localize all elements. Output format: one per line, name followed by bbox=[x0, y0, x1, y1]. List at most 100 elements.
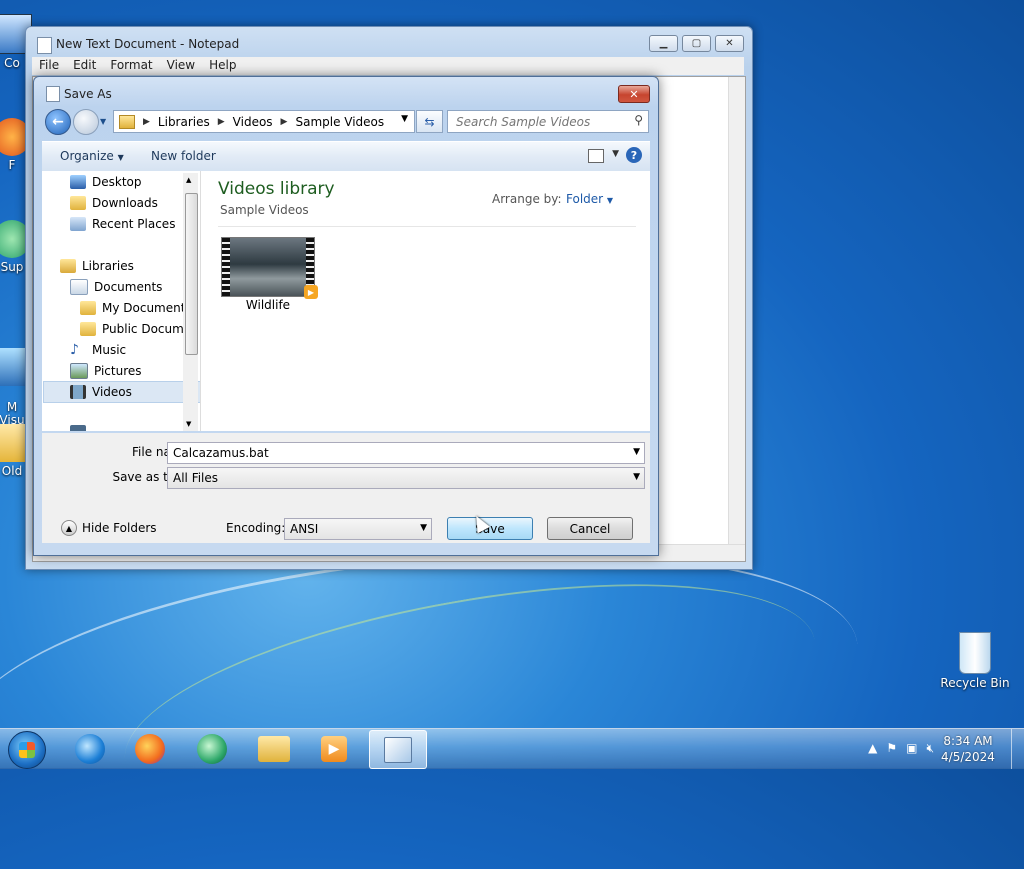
scroll-down-icon[interactable]: ▼ bbox=[186, 420, 191, 428]
views-dropdown-icon[interactable]: ▼ bbox=[612, 149, 619, 159]
nav-item-desktop[interactable]: Desktop bbox=[70, 172, 142, 192]
taskbar-internet-explorer[interactable] bbox=[62, 730, 118, 767]
video-thumbnail[interactable]: ▶ bbox=[221, 237, 318, 299]
chevron-down-icon: ▼ bbox=[117, 153, 124, 162]
recycle-bin-label: Recycle Bin bbox=[940, 676, 1010, 690]
menu-format[interactable]: Format bbox=[103, 57, 159, 75]
search-box[interactable]: ⚲ bbox=[447, 110, 649, 133]
breadcrumb-chevron-icon[interactable]: ▶ bbox=[218, 117, 225, 127]
file-name-label[interactable]: Wildlife bbox=[221, 298, 315, 312]
search-input[interactable] bbox=[454, 112, 628, 132]
show-hidden-icons-icon[interactable]: ▲ bbox=[868, 741, 877, 756]
history-dropdown-icon[interactable]: ▼ bbox=[100, 117, 106, 126]
notepad-title: New Text Document - Notepad bbox=[56, 37, 240, 51]
taskbar-windows-explorer[interactable] bbox=[246, 730, 302, 767]
computer-icon bbox=[70, 425, 86, 431]
menu-file[interactable]: File bbox=[32, 57, 66, 75]
desktop-icon-label: F bbox=[8, 158, 16, 172]
breadcrumb-libraries[interactable]: Libraries bbox=[158, 115, 210, 129]
libraries-icon bbox=[60, 259, 76, 273]
refresh-icon: ⇆ bbox=[424, 114, 435, 129]
save-as-type-value: All Files bbox=[173, 471, 219, 485]
address-dropdown-icon[interactable]: ▼ bbox=[401, 114, 408, 124]
save-button[interactable]: Save bbox=[447, 517, 533, 540]
dialog-icon bbox=[46, 86, 60, 102]
notepad-icon bbox=[37, 37, 52, 54]
nav-item-label: My Documents bbox=[102, 301, 192, 315]
nav-item-downloads[interactable]: Downloads bbox=[70, 193, 158, 213]
start-button[interactable] bbox=[8, 731, 46, 769]
refresh-button[interactable]: ⇆ bbox=[416, 110, 443, 133]
menu-view[interactable]: View bbox=[160, 57, 202, 75]
maximize-button[interactable]: ▢ bbox=[682, 35, 711, 52]
nav-item-public-documents[interactable]: Public Docume bbox=[80, 319, 191, 339]
clock[interactable]: 8:34 AM 4/5/2024 bbox=[940, 733, 996, 765]
back-arrow-icon: ← bbox=[52, 114, 64, 130]
nav-item-documents[interactable]: Documents bbox=[70, 277, 162, 297]
close-button[interactable]: ✕ bbox=[715, 35, 744, 52]
navigation-scrollbar[interactable]: ▲ ▼ bbox=[183, 173, 198, 431]
encoding-select[interactable]: ANSI ▼ bbox=[284, 518, 432, 540]
breadcrumb-videos[interactable]: Videos bbox=[233, 115, 273, 129]
new-folder-button[interactable]: New folder bbox=[151, 149, 216, 163]
minimize-button[interactable]: ▁ bbox=[649, 35, 678, 52]
help-icon[interactable]: ? bbox=[626, 147, 642, 163]
back-button[interactable]: ← bbox=[45, 109, 71, 135]
breadcrumb-sample-videos[interactable]: Sample Videos bbox=[295, 115, 384, 129]
nav-item-libraries[interactable]: Libraries bbox=[60, 256, 134, 276]
folder-icon bbox=[119, 114, 135, 129]
forward-button[interactable] bbox=[73, 109, 99, 135]
desktop-icon bbox=[70, 175, 86, 189]
file-list-pane: Videos library Sample Videos Arrange by:… bbox=[201, 171, 650, 431]
taskbar-firefox[interactable] bbox=[122, 730, 178, 767]
encoding-label: Encoding: bbox=[226, 521, 286, 535]
arrange-by-dropdown[interactable]: Folder ▼ bbox=[566, 192, 613, 206]
search-icon[interactable]: ⚲ bbox=[634, 113, 643, 127]
file-name-value: Calcazamus.bat bbox=[173, 446, 269, 460]
organize-label: Organize bbox=[60, 149, 114, 163]
breadcrumb-chevron-icon[interactable]: ▶ bbox=[143, 117, 150, 127]
breadcrumb-chevron-icon[interactable]: ▶ bbox=[281, 117, 288, 127]
scroll-up-icon[interactable]: ▲ bbox=[186, 176, 191, 184]
network-icon[interactable]: ▣ bbox=[906, 741, 917, 756]
volume-muted-icon[interactable]: 🔇︎ bbox=[926, 741, 934, 756]
taskbar: ▶ ▲ ⚑ ▣ 🔇︎ 8:34 AM 4/5/2024 bbox=[0, 728, 1024, 769]
recycle-bin-icon bbox=[959, 632, 991, 674]
menu-edit[interactable]: Edit bbox=[66, 57, 103, 75]
save-form: File name: Calcazamus.bat ▼ Save as type… bbox=[42, 433, 650, 543]
nav-item-music[interactable]: ♪ Music bbox=[70, 340, 126, 360]
taskbar-media-player[interactable]: ▶ bbox=[306, 730, 362, 767]
scrollbar-thumb[interactable] bbox=[185, 193, 198, 355]
dialog-close-button[interactable]: ✕ bbox=[618, 85, 650, 103]
cancel-button[interactable]: Cancel bbox=[547, 517, 633, 540]
chevron-down-icon: ▼ bbox=[606, 196, 614, 205]
encoding-dropdown-icon[interactable]: ▼ bbox=[420, 523, 427, 533]
file-name-field[interactable]: Calcazamus.bat ▼ bbox=[167, 442, 645, 464]
menu-help[interactable]: Help bbox=[202, 57, 243, 75]
address-bar[interactable]: ▶ Libraries ▶ Videos ▶ Sample Videos ▼ bbox=[113, 110, 415, 133]
nav-item-my-documents[interactable]: My Documents bbox=[80, 298, 192, 318]
taskbar-app[interactable] bbox=[184, 730, 240, 767]
dialog-title: Save As bbox=[64, 87, 112, 101]
save-as-type-dropdown-icon[interactable]: ▼ bbox=[633, 472, 640, 482]
nav-item-partial bbox=[70, 422, 92, 431]
desktop-icon-recycle-bin[interactable]: Recycle Bin bbox=[939, 632, 1011, 690]
encoding-value: ANSI bbox=[290, 522, 319, 536]
action-center-flag-icon[interactable]: ⚑ bbox=[886, 741, 897, 756]
taskbar-notepad[interactable] bbox=[369, 730, 427, 769]
music-icon: ♪ bbox=[70, 342, 79, 358]
notepad-vertical-scrollbar[interactable] bbox=[728, 77, 745, 561]
nav-item-videos[interactable]: Videos bbox=[43, 381, 200, 403]
organize-button[interactable]: Organize ▼ bbox=[60, 149, 124, 163]
save-as-type-select[interactable]: All Files ▼ bbox=[167, 467, 645, 489]
command-bar: Organize ▼ New folder ▼ ? bbox=[42, 141, 650, 172]
nav-item-pictures[interactable]: Pictures bbox=[70, 361, 142, 381]
internet-explorer-icon bbox=[75, 733, 105, 764]
nav-item-recent-places[interactable]: Recent Places bbox=[70, 214, 175, 234]
views-icon[interactable] bbox=[588, 149, 604, 163]
file-name-dropdown-icon[interactable]: ▼ bbox=[633, 447, 640, 457]
firefox-icon bbox=[135, 733, 165, 764]
hide-folders-button[interactable]: ▲ Hide Folders bbox=[61, 520, 157, 536]
show-desktop-button[interactable] bbox=[1011, 729, 1024, 769]
nav-item-label: Public Docume bbox=[102, 322, 192, 336]
